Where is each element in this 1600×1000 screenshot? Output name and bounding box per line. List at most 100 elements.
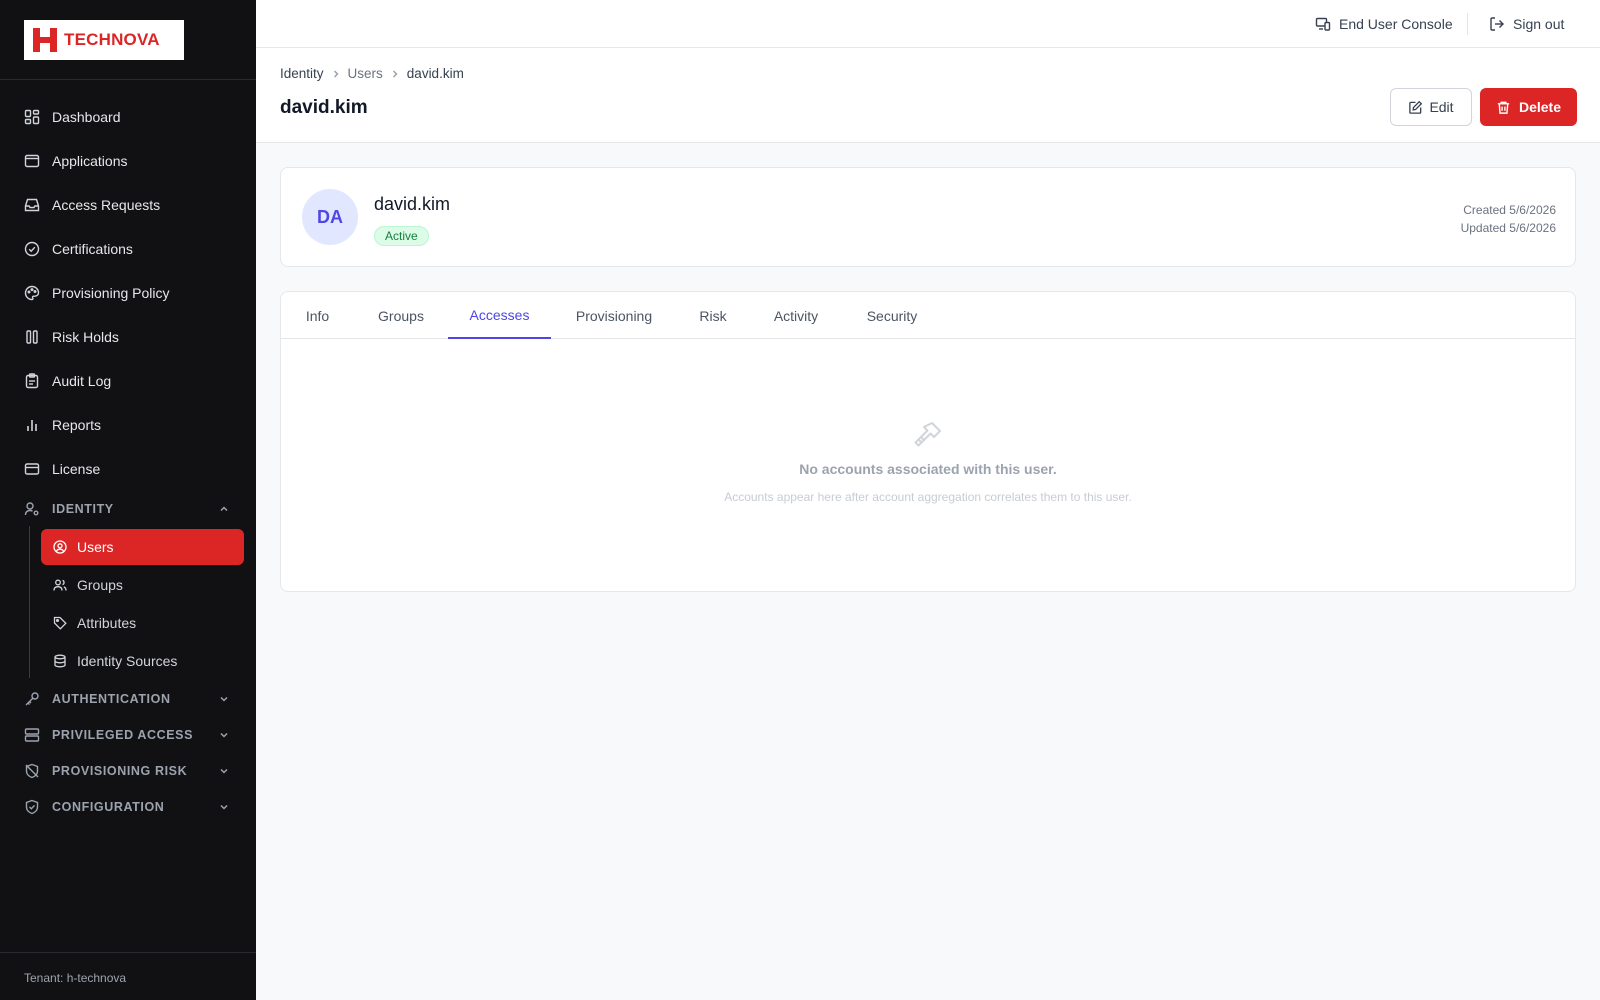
sidebar-section-authentication[interactable]: AUTHENTICATION bbox=[12, 682, 244, 716]
key-icon bbox=[25, 692, 39, 706]
tab-security[interactable]: Security bbox=[843, 292, 941, 339]
sidebar-item-audit-log[interactable]: Audit Log bbox=[12, 361, 244, 401]
breadcrumb-current: david.kim bbox=[406, 66, 464, 81]
delete-label: Delete bbox=[1518, 99, 1562, 115]
sidebar-item-users[interactable]: Users bbox=[41, 529, 244, 565]
sign-out-icon bbox=[1490, 17, 1504, 31]
key-icon bbox=[914, 422, 941, 447]
tab-bar: Info Groups Accesses Provisioning Risk A… bbox=[281, 292, 1575, 339]
section-label: PROVISIONING RISK bbox=[52, 764, 188, 778]
sidebar-item-applications[interactable]: Applications bbox=[12, 141, 244, 181]
edit-button[interactable]: Edit bbox=[1390, 88, 1472, 126]
tab-risk[interactable]: Risk bbox=[677, 292, 749, 339]
user-name: david.kim bbox=[374, 194, 451, 214]
updated-date: Updated 5/6/2026 bbox=[1460, 221, 1556, 235]
topbar: End User Console Sign out bbox=[256, 0, 1600, 48]
section-label: CONFIGURATION bbox=[52, 800, 165, 814]
sidebar-item-label: License bbox=[52, 461, 101, 477]
sidebar-item-label: Reports bbox=[52, 417, 102, 433]
inbox-icon bbox=[24, 198, 40, 212]
sidebar-item-identity-sources[interactable]: Identity Sources bbox=[41, 643, 244, 679]
chevron-down-icon bbox=[220, 696, 228, 702]
brand-logo[interactable]: TECHNOVA bbox=[24, 20, 184, 60]
sidebar-section-identity[interactable]: IDENTITY bbox=[12, 492, 244, 526]
shield-off-icon bbox=[25, 763, 39, 779]
sidebar-item-reports[interactable]: Reports bbox=[12, 405, 244, 445]
sidebar-item-provisioning-policy[interactable]: Provisioning Policy bbox=[12, 273, 244, 313]
sidebar-section-provisioning-risk[interactable]: PROVISIONING RISK bbox=[12, 754, 244, 788]
users-icon bbox=[53, 579, 67, 591]
edit-icon bbox=[1409, 100, 1423, 114]
breadcrumb-users[interactable]: Users bbox=[348, 66, 383, 81]
sidebar-item-license[interactable]: License bbox=[12, 449, 244, 489]
window-icon bbox=[24, 154, 40, 168]
tenant-label: Tenant: h-technova bbox=[0, 952, 256, 1000]
tab-groups[interactable]: Groups bbox=[354, 292, 448, 339]
sidebar-item-label: Groups bbox=[77, 577, 123, 593]
dashboard-icon bbox=[24, 109, 40, 125]
sidebar-item-label: Users bbox=[77, 539, 114, 555]
edit-label: Edit bbox=[1429, 99, 1454, 115]
sidebar-item-certifications[interactable]: Certifications bbox=[12, 229, 244, 269]
brand-name: TECHNOVA bbox=[64, 30, 160, 49]
avatar: DA bbox=[302, 189, 358, 245]
sidebar-item-label: Identity Sources bbox=[77, 653, 178, 669]
check-circle-icon bbox=[24, 241, 40, 257]
chevron-up-icon bbox=[220, 506, 228, 512]
tab-activity[interactable]: Activity bbox=[749, 292, 843, 339]
sidebar-section-configuration[interactable]: CONFIGURATION bbox=[12, 790, 244, 824]
sidebar-item-attributes[interactable]: Attributes bbox=[41, 605, 244, 641]
breadcrumb-identity[interactable]: Identity bbox=[280, 66, 324, 81]
chevron-down-icon bbox=[220, 768, 228, 774]
user-profile-card: DA david.kim Active Created 5/6/2026 Upd… bbox=[280, 167, 1576, 267]
chevron-right-icon bbox=[333, 69, 339, 78]
clipboard-icon bbox=[25, 373, 39, 389]
devices-icon bbox=[1315, 17, 1331, 31]
end-user-console-label: End User Console bbox=[1339, 16, 1453, 32]
sign-out-label: Sign out bbox=[1513, 16, 1565, 32]
page-header: Identity Users david.kim david.kim Edit … bbox=[256, 48, 1600, 143]
sidebar-item-label: Applications bbox=[52, 153, 128, 169]
trash-icon bbox=[1497, 101, 1510, 114]
sidebar-item-access-requests[interactable]: Access Requests bbox=[12, 185, 244, 225]
end-user-console-button[interactable]: End User Console bbox=[1315, 0, 1453, 48]
tag-icon bbox=[53, 616, 67, 630]
page-title: david.kim bbox=[280, 97, 368, 118]
empty-state-subtitle: Accounts appear here after account aggre… bbox=[724, 490, 1132, 504]
sidebar-item-label: Access Requests bbox=[52, 197, 161, 213]
created-date: Created 5/6/2026 bbox=[1463, 203, 1556, 217]
tab-provisioning[interactable]: Provisioning bbox=[551, 292, 677, 339]
sign-out-button[interactable]: Sign out bbox=[1489, 0, 1564, 48]
user-tabs-card: Info Groups Accesses Provisioning Risk A… bbox=[280, 291, 1576, 592]
delete-button[interactable]: Delete bbox=[1480, 88, 1577, 126]
card-icon bbox=[24, 463, 40, 475]
sidebar-item-label: Dashboard bbox=[52, 109, 121, 125]
bar-chart-icon bbox=[27, 420, 37, 431]
sidebar: TECHNOVA Dashboard Applications Access R… bbox=[0, 0, 256, 1000]
tab-info[interactable]: Info bbox=[281, 292, 354, 339]
sidebar-item-risk-holds[interactable]: Risk Holds bbox=[12, 317, 244, 357]
sidebar-item-label: Risk Holds bbox=[52, 329, 119, 345]
status-badge: Active bbox=[374, 226, 429, 246]
user-meta: Created 5/6/2026 Updated 5/6/2026 bbox=[1461, 201, 1556, 237]
brand-mark-icon bbox=[33, 28, 57, 52]
user-circle-icon bbox=[53, 540, 67, 554]
chevron-right-icon bbox=[392, 69, 398, 78]
empty-state-title: No accounts associated with this user. bbox=[799, 461, 1057, 477]
logo-area: TECHNOVA bbox=[0, 0, 256, 80]
database-icon bbox=[54, 654, 66, 668]
chevron-down-icon bbox=[220, 804, 228, 810]
section-label: AUTHENTICATION bbox=[52, 692, 171, 706]
breadcrumb: Identity Users david.kim bbox=[280, 66, 464, 81]
palette-icon bbox=[24, 285, 40, 301]
sidebar-item-label: Provisioning Policy bbox=[52, 285, 170, 301]
section-label: PRIVILEGED ACCESS bbox=[52, 728, 194, 742]
shield-check-icon bbox=[25, 799, 39, 815]
sidebar-section-privileged-access[interactable]: PRIVILEGED ACCESS bbox=[12, 718, 244, 752]
sidebar-item-groups[interactable]: Groups bbox=[41, 567, 244, 603]
user-gear-icon bbox=[24, 502, 39, 516]
section-label: IDENTITY bbox=[52, 502, 114, 516]
sidebar-item-dashboard[interactable]: Dashboard bbox=[12, 97, 244, 137]
sidebar-item-label: Audit Log bbox=[52, 373, 112, 389]
tab-accesses[interactable]: Accesses bbox=[448, 292, 551, 339]
